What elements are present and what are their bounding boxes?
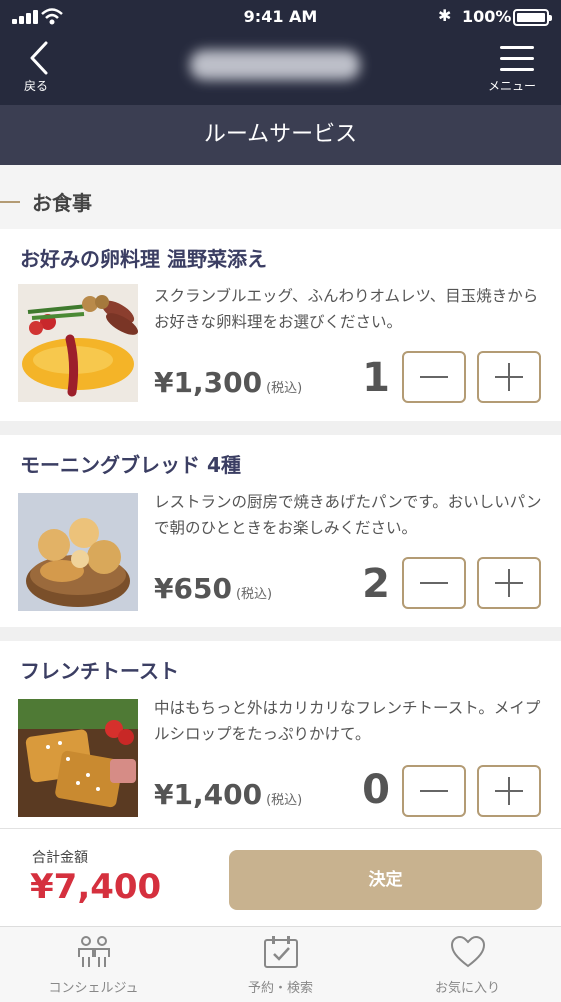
tab-label: お気に入り bbox=[434, 981, 500, 996]
plus-icon bbox=[495, 569, 523, 597]
plus-icon bbox=[495, 777, 523, 805]
hamburger-icon bbox=[500, 46, 534, 71]
bread-basket-photo bbox=[18, 493, 138, 611]
tab-label: コンシェルジュ bbox=[48, 981, 139, 996]
status-bar: 9:41 AM ✱ 100% bbox=[0, 0, 561, 34]
minus-icon bbox=[420, 582, 448, 584]
item-description: スクランブルエッグ、ふんわりオムレツ、目玉焼きからお好きな卵料理をお選びください… bbox=[154, 287, 539, 331]
hotel-logo bbox=[190, 50, 360, 80]
menu-item-card: お好みの卵料理 温野菜添え スクランブルエッグ、ふんわりオムレツ、目玉焼きからお… bbox=[0, 229, 561, 421]
menu-item-card: モーニングブレッド 4種 レストランの厨房で焼きあげたパンです。おいしいパンで朝… bbox=[0, 435, 561, 627]
plus-icon bbox=[495, 363, 523, 391]
decrease-button[interactable] bbox=[402, 351, 466, 403]
french-toast-photo bbox=[18, 699, 138, 817]
back-button[interactable]: 戻る bbox=[22, 38, 62, 94]
menu-label: メニュー bbox=[488, 79, 537, 93]
calendar-check-icon bbox=[264, 936, 298, 968]
chevron-left-icon bbox=[30, 41, 48, 75]
confirm-button[interactable]: 決定 bbox=[229, 850, 542, 910]
total-label: 合計金額 bbox=[32, 850, 88, 866]
section-title: お食事 bbox=[32, 191, 92, 215]
item-price: ¥1,300 (税込) bbox=[154, 366, 302, 399]
tax-label: (税込) bbox=[235, 587, 273, 602]
page-title: ルームサービス bbox=[0, 105, 561, 165]
price-value: ¥1,400 bbox=[154, 778, 263, 811]
section-header: お食事 bbox=[0, 165, 561, 229]
item-name: お好みの卵料理 温野菜添え bbox=[20, 247, 267, 271]
heart-icon bbox=[450, 935, 486, 968]
top-bar: 9:41 AM ✱ 100% 戻る メニュー bbox=[0, 0, 561, 105]
item-description: 中はもちっと外はカリカリなフレンチトースト。メイプルシロップをたっぷりかけて。 bbox=[154, 699, 541, 743]
omelette-photo bbox=[18, 284, 138, 402]
menu-item-card: フレンチトースト 中はもちっと外はカリカリなフレンチトースト。メイプルシロップを… bbox=[0, 641, 561, 828]
tab-favorites[interactable]: お気に入り bbox=[374, 927, 561, 1002]
tax-label: (税込) bbox=[266, 793, 303, 808]
total-bar: 合計金額 ¥7,400 決定 bbox=[0, 828, 561, 926]
item-price: ¥650 (税込) bbox=[154, 572, 272, 605]
price-value: ¥650 bbox=[154, 572, 232, 605]
tab-label: 予約・検索 bbox=[247, 981, 313, 996]
concierge-icon bbox=[78, 936, 110, 967]
increase-button[interactable] bbox=[477, 765, 541, 817]
increase-button[interactable] bbox=[477, 557, 541, 609]
item-quantity: 0 bbox=[362, 767, 390, 813]
increase-button[interactable] bbox=[477, 351, 541, 403]
item-quantity: 1 bbox=[362, 355, 390, 401]
decrease-button[interactable] bbox=[402, 557, 466, 609]
item-price: ¥1,400 (税込) bbox=[154, 778, 302, 811]
section-dash bbox=[0, 201, 20, 203]
decrease-button[interactable] bbox=[402, 765, 466, 817]
price-value: ¥1,300 bbox=[154, 366, 263, 399]
tab-concierge[interactable]: コンシェルジュ bbox=[0, 927, 187, 1002]
item-description: レストランの厨房で焼きあげたパンです。おいしいパンで朝のひとときをお楽しみくださ… bbox=[154, 493, 542, 537]
tax-label: (税込) bbox=[266, 381, 303, 396]
tab-reservation-search[interactable]: 予約・検索 bbox=[187, 927, 374, 1002]
item-name: モーニングブレッド 4種 bbox=[20, 453, 241, 477]
item-name: フレンチトースト bbox=[20, 659, 179, 683]
battery-icon bbox=[513, 9, 552, 26]
menu-button[interactable]: メニュー bbox=[486, 44, 548, 96]
total-amount: ¥7,400 bbox=[30, 867, 162, 907]
tab-bar: コンシェルジュ 予約・検索 お気に入り bbox=[0, 926, 561, 1002]
bluetooth-icon: ✱ bbox=[438, 6, 452, 25]
battery-percent: 100% bbox=[462, 7, 512, 26]
minus-icon bbox=[420, 376, 448, 378]
minus-icon bbox=[420, 790, 448, 792]
back-label: 戻る bbox=[24, 79, 49, 93]
item-quantity: 2 bbox=[362, 561, 390, 607]
